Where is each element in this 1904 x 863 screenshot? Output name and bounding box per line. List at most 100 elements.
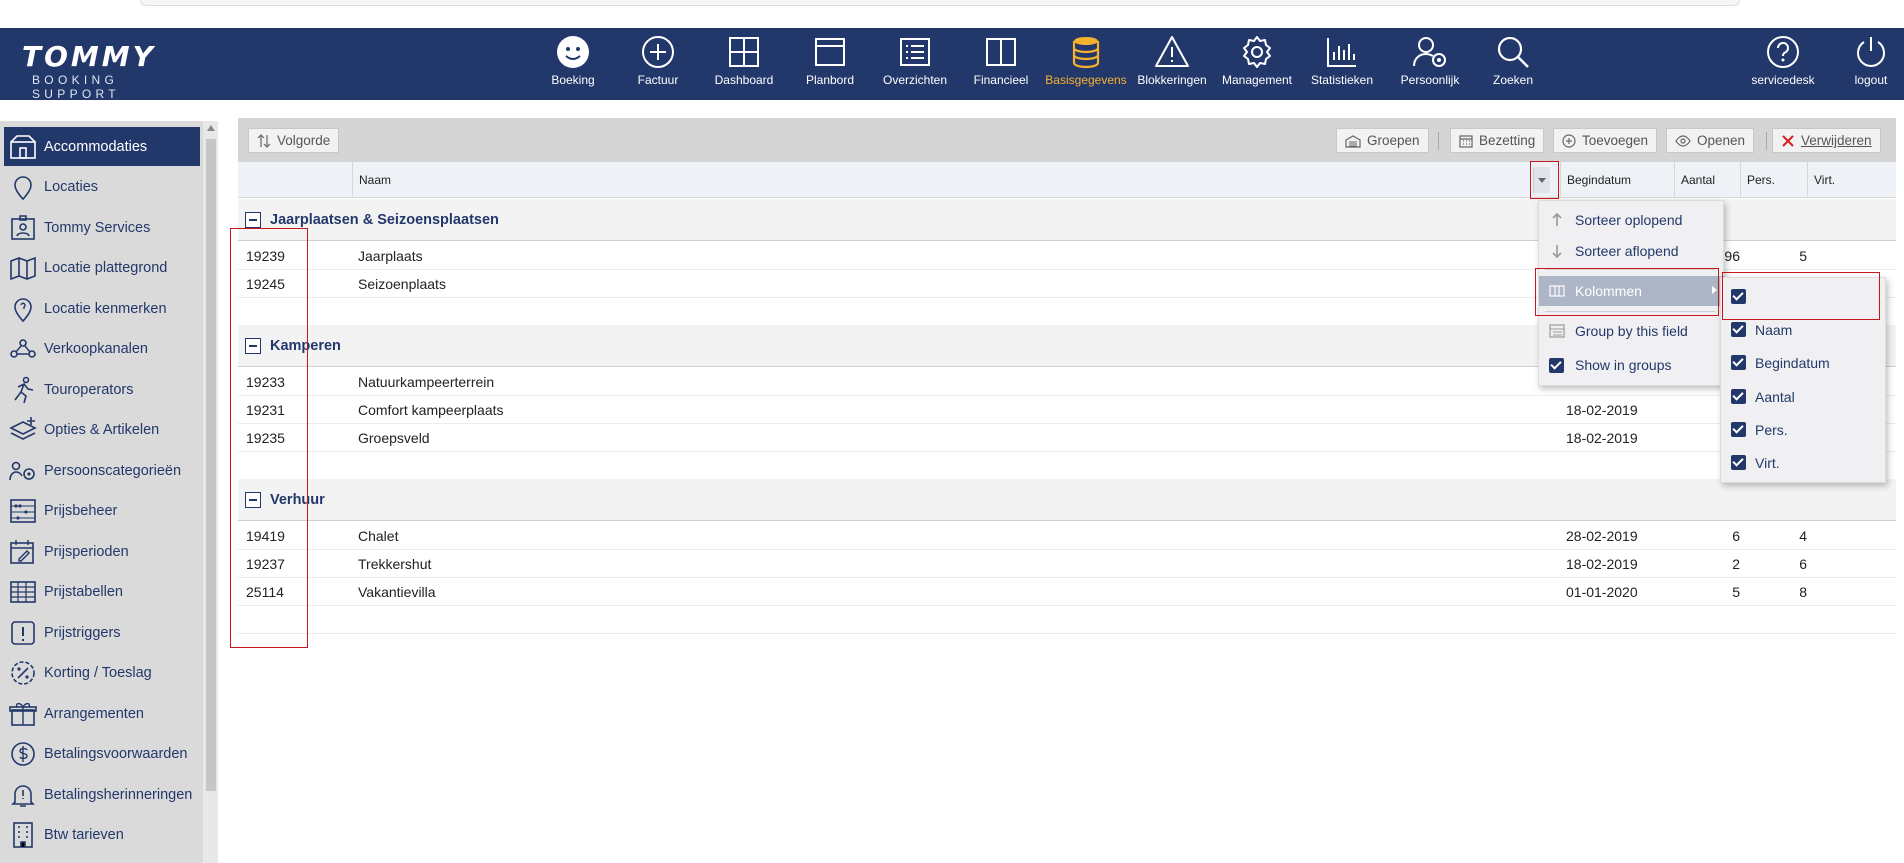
sidebar-scrollbar[interactable] xyxy=(203,121,218,863)
sidebar-item-touroperators[interactable]: Touroperators xyxy=(4,370,200,409)
sidebar-item-label: Opties & Artikelen xyxy=(44,421,160,438)
table-row[interactable]: 19237 Trekkershut 18-02-2019 2 6 xyxy=(238,550,1896,578)
menu-item-sort-desc[interactable]: Sorteer aflopend xyxy=(1539,236,1725,266)
groups-button[interactable]: Groepen xyxy=(1336,128,1429,153)
column-header-pers[interactable]: Pers. xyxy=(1740,162,1807,198)
menu-item-sort-asc[interactable]: Sorteer oplopend xyxy=(1539,205,1725,235)
bell-alert-icon xyxy=(11,784,35,807)
nav-zoeken[interactable]: Zoeken xyxy=(1485,28,1541,100)
delete-button[interactable]: Verwijderen xyxy=(1772,128,1881,153)
menu-item-group-by[interactable]: Group by this field xyxy=(1539,316,1725,346)
checkbox-checked-icon[interactable] xyxy=(1731,389,1746,404)
garage-icon xyxy=(1345,134,1361,148)
sidebar-item-prijsbeheer[interactable]: Prijsbeheer xyxy=(4,491,200,530)
sidebar-item-verkoopkanalen[interactable]: Verkoopkanalen xyxy=(4,329,200,368)
nav-financieel[interactable]: Financieel xyxy=(970,28,1032,100)
cell-naam: Jaarplaats xyxy=(358,248,423,264)
nav-statistieken[interactable]: Statistieken xyxy=(1308,28,1376,100)
runner-icon xyxy=(14,376,34,403)
group-icon xyxy=(1549,324,1565,338)
accommodation-icon xyxy=(10,134,36,159)
sidebar-item-locatie-plattegrond[interactable]: Locatie plattegrond xyxy=(4,248,200,287)
column-header-virt[interactable]: Virt. xyxy=(1807,162,1873,198)
menu-item-show-in-groups[interactable]: Show in groups xyxy=(1539,350,1725,380)
sidebar-item-accommodaties[interactable]: Accommodaties xyxy=(4,127,200,166)
sidebar-item-label: Tommy Services xyxy=(44,219,151,236)
column-toggle-label: Pers. xyxy=(1755,422,1788,438)
annotation-box-id-column xyxy=(230,228,308,648)
sidebar-item-tommy-services[interactable]: Tommy Services xyxy=(4,208,200,247)
calendar-edit-icon xyxy=(10,539,34,564)
annotation-box-id-toggle xyxy=(1722,272,1880,320)
column-header-begindatum[interactable]: Begindatum xyxy=(1560,162,1674,198)
nav-overzichten[interactable]: Overzichten xyxy=(880,28,950,100)
checkbox-checked-icon[interactable] xyxy=(1549,358,1564,373)
plus-circle-icon xyxy=(1562,133,1576,148)
column-toggle-label: Virt. xyxy=(1755,455,1780,471)
columns-icon xyxy=(986,38,1016,66)
database-icon xyxy=(1072,37,1100,69)
sidebar-item-label: Btw tarieven xyxy=(44,826,124,843)
sidebar-item-betalingsvoorwaarden[interactable]: Betalingsvoorwaarden xyxy=(4,734,200,773)
column-header-aantal[interactable]: Aantal xyxy=(1674,162,1740,198)
cell-begindatum: 18-02-2019 xyxy=(1566,402,1638,418)
sidebar-item-prijsperioden[interactable]: Prijsperioden xyxy=(4,532,200,571)
sidebar-item-prijstriggers[interactable]: Prijstriggers xyxy=(4,613,200,652)
table-row[interactable]: 19231 Comfort kampeerplaats 18-02-2019 xyxy=(238,396,1896,424)
checkbox-checked-icon[interactable] xyxy=(1731,455,1746,470)
window-icon xyxy=(815,38,845,66)
logo-subtitle: BOOKING SUPPORT xyxy=(32,73,120,101)
sidebar-item-betalingsherinneringen[interactable]: Betalingsherinneringen xyxy=(4,775,200,814)
column-toggle-aantal[interactable]: Aantal xyxy=(1721,381,1887,413)
cell-naam: Natuurkampeerterrein xyxy=(358,374,495,390)
scrollbar-thumb[interactable] xyxy=(206,139,216,791)
checkbox-checked-icon[interactable] xyxy=(1731,355,1746,370)
table-row[interactable]: 19419 Chalet 28-02-2019 6 4 xyxy=(238,522,1896,550)
cell-pers: 6 xyxy=(1799,556,1807,572)
sidebar-item-persoonscategorieen[interactable]: Persoonscategorieën xyxy=(4,451,200,490)
column-header-naam[interactable]: Naam xyxy=(352,162,1547,198)
toolbar-separator xyxy=(1766,132,1767,150)
sidebar-item-locatie-kenmerken[interactable]: Locatie kenmerken xyxy=(4,289,200,328)
column-toggle-virt[interactable]: Virt. xyxy=(1721,447,1887,479)
logo[interactable]: TOMMY BOOKING SUPPORT xyxy=(22,42,212,102)
sidebar-item-btw-tarieven[interactable]: Btw tarieven xyxy=(4,815,200,854)
collapse-icon[interactable] xyxy=(245,212,261,228)
order-button[interactable]: Volgorde xyxy=(248,128,340,153)
list-icon xyxy=(900,38,930,66)
people-gear-icon xyxy=(9,461,35,480)
layers-plus-icon xyxy=(9,416,37,440)
column-header-id[interactable] xyxy=(238,162,352,198)
nav-dashboard[interactable]: Dashboard xyxy=(712,28,776,100)
sidebar-item-arrangementen[interactable]: Arrangementen xyxy=(4,694,200,733)
column-toggle-pers[interactable]: Pers. xyxy=(1721,414,1887,446)
occupancy-button[interactable]: Bezetting xyxy=(1450,128,1545,153)
cell-aantal: 2 xyxy=(1732,556,1740,572)
network-icon xyxy=(10,338,36,358)
nav-blokkeringen[interactable]: Blokkeringen xyxy=(1134,28,1210,100)
nav-planbord[interactable]: Planbord xyxy=(800,28,860,100)
sidebar-item-opties-artikelen[interactable]: Opties & Artikelen xyxy=(4,410,200,449)
sidebar-item-locaties[interactable]: Locaties xyxy=(4,167,200,206)
nav-persoonlijk[interactable]: Persoonlijk xyxy=(1395,28,1465,100)
nav-servicedesk[interactable]: servicedesk xyxy=(1748,28,1818,100)
add-button[interactable]: Toevoegen xyxy=(1553,128,1658,153)
nav-management[interactable]: Management xyxy=(1220,28,1294,100)
sidebar-item-korting-toeslag[interactable]: Korting / Toeslag xyxy=(4,653,200,692)
column-toggle-begindatum[interactable]: Begindatum xyxy=(1721,347,1887,379)
nav-factuur[interactable]: Factuur xyxy=(630,28,686,100)
address-bar[interactable] xyxy=(140,0,1740,6)
nav-basisgegevens[interactable]: Basisgegevens xyxy=(1043,28,1129,100)
table-row[interactable]: 19235 Groepsveld 18-02-2019 xyxy=(238,424,1896,452)
sidebar-item-label: Prijsbeheer xyxy=(44,502,118,519)
open-button[interactable]: Openen xyxy=(1666,128,1755,153)
smiley-icon xyxy=(557,36,589,68)
group-row[interactable]: Verhuur xyxy=(238,479,1896,521)
nav-logout[interactable]: logout xyxy=(1843,28,1899,100)
table-row[interactable]: 25114 Vakantievilla 01-01-2020 5 8 xyxy=(238,578,1896,606)
nav-boeking[interactable]: Boeking xyxy=(545,28,601,100)
scroll-up-icon[interactable] xyxy=(207,125,215,131)
checkbox-checked-icon[interactable] xyxy=(1731,422,1746,437)
sidebar-item-prijstabellen[interactable]: Prijstabellen xyxy=(4,572,200,611)
checkbox-checked-icon[interactable] xyxy=(1731,322,1746,337)
